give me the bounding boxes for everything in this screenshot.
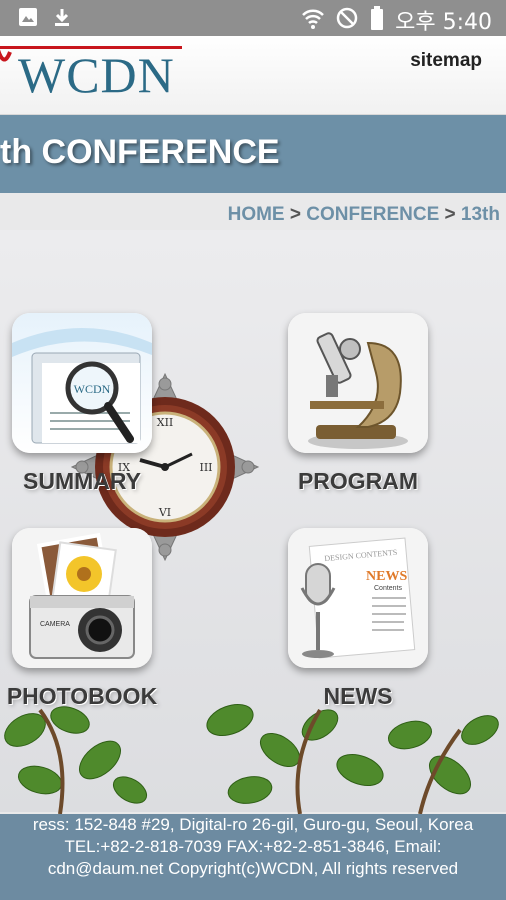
- plant-leaves-decoration: [4, 703, 499, 814]
- svg-text:XII: XII: [157, 416, 174, 429]
- breadcrumb-conference[interactable]: CONFERENCE: [306, 204, 439, 225]
- news-tile[interactable]: DESIGN CONTENTS NEWS Contents: [288, 528, 428, 668]
- breadcrumb-separator: >: [444, 204, 461, 225]
- logo-text: WCDN: [18, 47, 175, 103]
- logo-swoosh-icon: [0, 49, 12, 62]
- sitemap-link[interactable]: sitemap: [410, 50, 482, 72]
- breadcrumb-separator: >: [289, 204, 307, 225]
- svg-text:III: III: [199, 461, 212, 474]
- do-not-disturb-icon: [335, 6, 359, 35]
- footer-contact: TEL:+82-2-818-7039 FAX:+82-2-851-3846, E…: [64, 837, 442, 856]
- wifi-icon: [301, 6, 325, 35]
- program-tile[interactable]: [288, 313, 428, 453]
- app-header: WCDN sitemap: [0, 36, 506, 115]
- footer: ress: 152-848 #29, Digital-ro 26-gil, Gu…: [0, 814, 506, 900]
- footer-copyright: cdn@daum.net Copyright(c)WCDN, All right…: [47, 859, 459, 878]
- breadcrumb-home[interactable]: HOME: [228, 204, 285, 225]
- title-band: th CONFERENCE: [0, 115, 506, 193]
- status-bar: 오후 5:40: [0, 0, 506, 36]
- microphone-newspaper-icon: DESIGN CONTENTS NEWS Contents: [288, 528, 428, 668]
- battery-icon: [369, 5, 385, 36]
- camera-photos-icon: CAMERA: [12, 528, 152, 668]
- microscope-icon: [288, 313, 428, 453]
- wcdn-logo[interactable]: WCDN: [0, 42, 200, 103]
- magnifier-document-icon: WCDN: [12, 313, 152, 453]
- page-title: th CONFERENCE: [0, 133, 280, 171]
- program-label[interactable]: PROGRAM: [288, 468, 428, 495]
- camera-text: CAMERA: [40, 621, 70, 628]
- photobook-tile[interactable]: CAMERA: [12, 528, 152, 668]
- footer-address: ress: 152-848 #29, Digital-ro 26-gil, Gu…: [32, 815, 474, 834]
- news-contents-label: Contents: [374, 585, 403, 592]
- summary-tile[interactable]: WCDN: [12, 313, 152, 453]
- svg-text:VI: VI: [158, 506, 171, 519]
- breadcrumb-current[interactable]: 13th: [461, 204, 500, 225]
- download-icon: [52, 7, 72, 32]
- gallery-icon: [18, 7, 38, 32]
- summary-label[interactable]: SUMMARY: [12, 468, 152, 495]
- status-time: 오후 5:40: [395, 10, 492, 35]
- svg-text:WCDN: WCDN: [74, 382, 111, 396]
- news-heading: NEWS: [366, 569, 407, 584]
- breadcrumb: HOME > CONFERENCE > 13th: [228, 204, 500, 226]
